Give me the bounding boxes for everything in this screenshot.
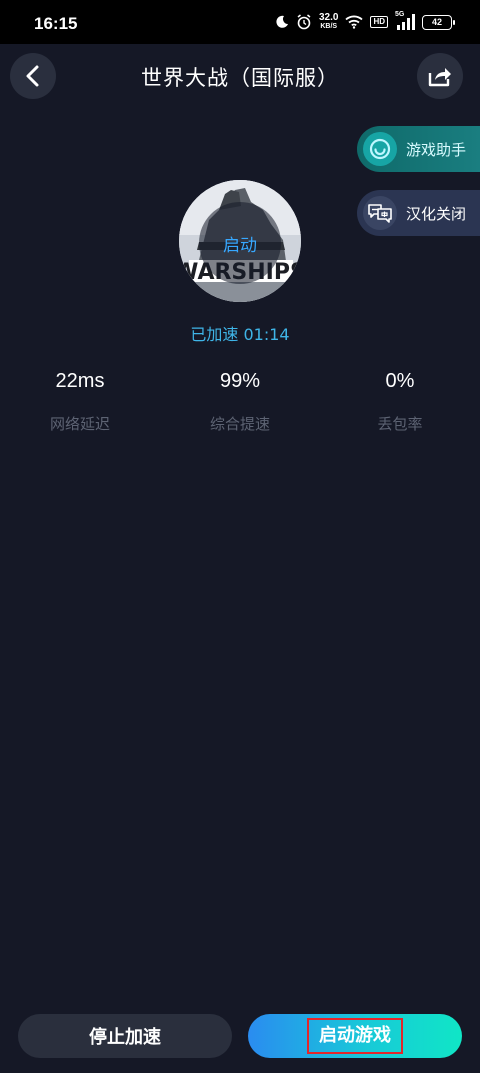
- signal-group: 5G: [395, 11, 415, 30]
- net-speed: 32.0 KB/S: [319, 13, 338, 31]
- stat-packet-loss-label: 丢包率: [377, 415, 423, 433]
- game-assistant-button[interactable]: 游戏助手: [357, 126, 480, 172]
- assistant-icon: [363, 132, 397, 166]
- stat-speedup: 99% 综合提速: [170, 370, 310, 434]
- wifi-icon: [345, 15, 364, 29]
- signal-icon: [397, 14, 415, 30]
- back-button[interactable]: [10, 53, 56, 99]
- chevron-left-icon: [26, 65, 39, 87]
- battery-indicator: 42: [422, 14, 455, 30]
- stat-speedup-value: 99%: [219, 370, 261, 392]
- share-button[interactable]: [417, 53, 463, 99]
- hd-badge: HD: [370, 16, 388, 28]
- net-speed-unit: KB/S: [320, 23, 338, 30]
- stat-speedup-label: 综合提速: [209, 415, 270, 433]
- alarm-icon: [297, 14, 311, 30]
- moon-icon: [276, 15, 288, 28]
- acceleration-status-text: 已加速: [190, 325, 239, 344]
- acceleration-timer: 01:14: [243, 325, 290, 344]
- status-bar: 16:15 32.0 KB/S HD 5G 42: [0, 0, 480, 44]
- stop-acceleration-button[interactable]: 停止加速: [18, 1014, 232, 1058]
- status-time: 16:15: [34, 14, 78, 33]
- stat-latency-label: 网络延迟: [49, 415, 110, 433]
- translate-toggle-button[interactable]: 汉化关闭: [357, 190, 480, 236]
- share-icon: [428, 68, 451, 87]
- game-assistant-label: 游戏助手: [406, 140, 467, 159]
- translate-icon: [363, 196, 397, 230]
- page-title: 世界大战（国际服）: [141, 66, 339, 90]
- stat-packet-loss-value: 0%: [385, 370, 415, 392]
- translate-toggle-label: 汉化关闭: [406, 204, 467, 223]
- stat-latency: 22ms 网络延迟: [10, 370, 150, 434]
- launch-game-button[interactable]: 启动游戏: [248, 1014, 462, 1058]
- launch-overlay-button[interactable]: 启动: [199, 202, 281, 284]
- stat-latency-value: 22ms: [55, 370, 105, 392]
- status-icons: 32.0 KB/S HD 5G 42: [275, 10, 455, 34]
- acceleration-status: 已加速 01:14: [0, 321, 480, 345]
- launch-game-label: 启动游戏: [307, 1018, 403, 1054]
- net-speed-value: 32.0: [318, 12, 339, 23]
- stat-packet-loss: 0% 丢包率: [330, 370, 470, 434]
